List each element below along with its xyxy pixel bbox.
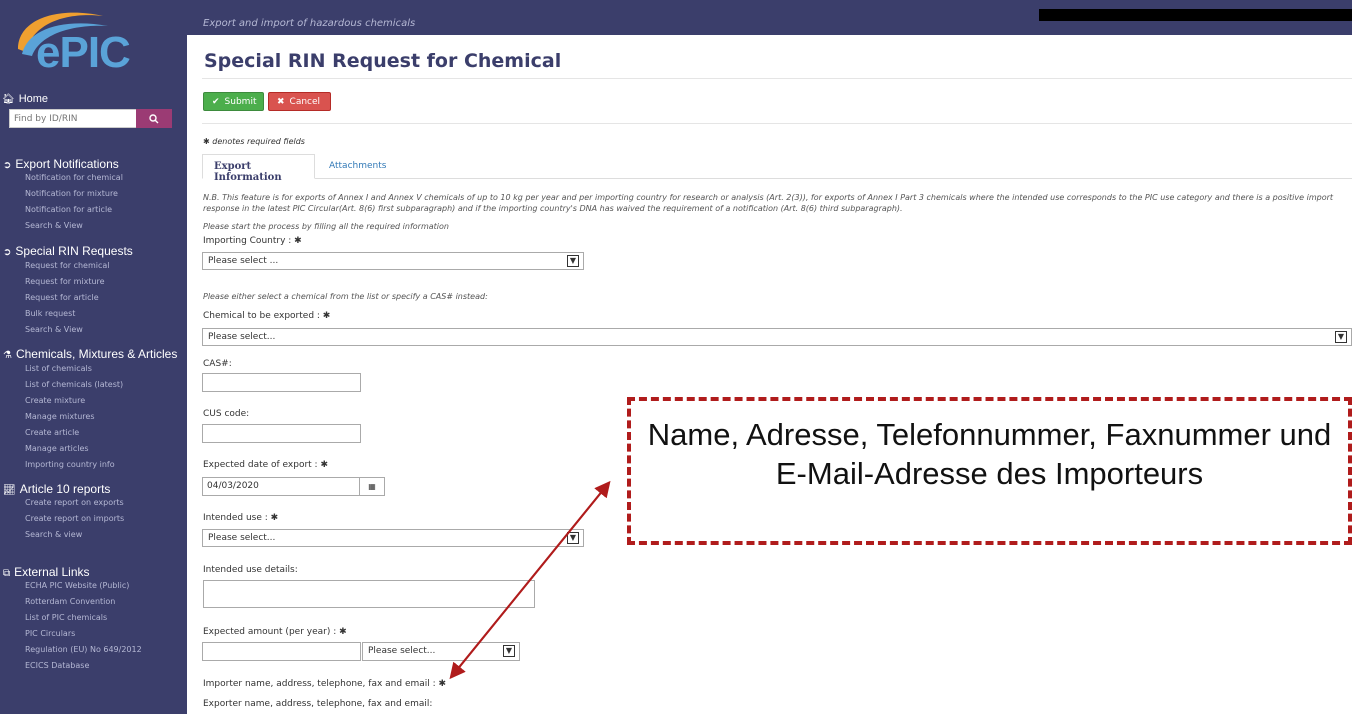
- annotation-arrow-icon: [449, 480, 611, 680]
